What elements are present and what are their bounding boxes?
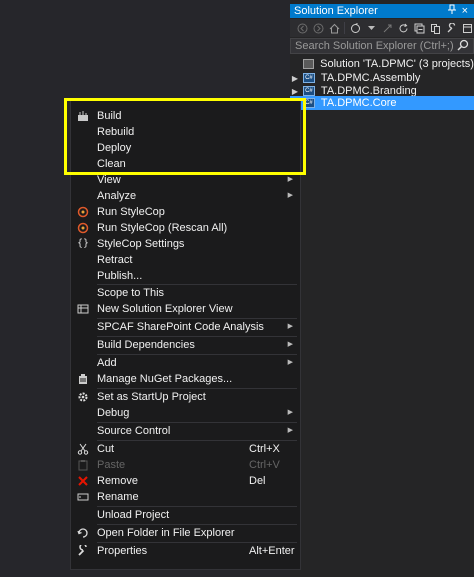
search-icon[interactable] (457, 39, 469, 55)
preview-icon[interactable] (461, 22, 473, 34)
solution-explorer-panel: Solution Explorer × Search Solution Expl… (290, 0, 474, 577)
settings-braces-icon: {} (77, 238, 90, 249)
submenu-arrow-icon: ▶ (287, 341, 293, 348)
back-icon[interactable] (296, 22, 308, 34)
menu-item-unload-project[interactable]: Unload Project (71, 507, 300, 523)
sync-icon[interactable] (349, 22, 361, 34)
menu-item-debug[interactable]: Debug ▶ (71, 405, 300, 421)
tree-item-label: TA.DPMC.Core (320, 97, 397, 109)
pending-changes-icon[interactable] (381, 22, 393, 34)
submenu-arrow-icon: ▶ (287, 427, 293, 434)
rename-icon (77, 491, 89, 503)
menu-item-remove[interactable]: Remove Del (71, 473, 300, 489)
submenu-arrow-icon: ▶ (287, 192, 293, 199)
nuget-icon (77, 373, 89, 385)
pin-icon[interactable] (448, 4, 456, 18)
tree-item-project-selected[interactable]: ▶ TA.DPMC.Core (290, 96, 474, 110)
open-folder-icon (77, 527, 89, 539)
menu-item-set-startup-project[interactable]: Set as StartUp Project (71, 389, 300, 405)
menu-item-stylecop-settings[interactable]: {} StyleCop Settings (71, 236, 300, 252)
properties-wrench-icon[interactable] (445, 22, 457, 34)
search-placeholder: Search Solution Explorer (Ctrl+;) (295, 40, 454, 52)
menu-item-retract[interactable]: Retract (71, 252, 300, 268)
forward-icon[interactable] (312, 22, 324, 34)
submenu-arrow-icon: ▶ (287, 323, 293, 330)
menu-item-cut[interactable]: Cut Ctrl+X (71, 441, 300, 457)
tree-item-label: TA.DPMC.Assembly (320, 72, 421, 84)
tree-item-label: Solution 'TA.DPMC' (3 projects) (320, 58, 474, 70)
collapse-all-icon[interactable] (413, 22, 425, 34)
menu-item-build-dependencies[interactable]: Build Dependencies ▶ (71, 337, 300, 353)
menu-item-run-stylecop[interactable]: Run StyleCop (71, 204, 300, 220)
menu-item-add[interactable]: Add ▶ (71, 355, 300, 371)
new-view-icon (77, 303, 89, 315)
tree-item-solution[interactable]: Solution 'TA.DPMC' (3 projects) (290, 57, 474, 71)
menu-item-new-solution-explorer-view[interactable]: New Solution Explorer View (71, 301, 300, 317)
solution-icon (303, 59, 315, 70)
toolbar-separator (344, 22, 345, 34)
submenu-arrow-icon: ▶ (287, 359, 293, 366)
gear-icon (77, 391, 89, 403)
shortcut-text: Ctrl+V (249, 459, 280, 471)
solution-explorer-title: Solution Explorer (294, 5, 378, 17)
tree-item-project[interactable]: ▶ TA.DPMC.Assembly (290, 71, 474, 85)
wrench-icon (77, 543, 89, 557)
menu-item-rename[interactable]: Rename (71, 489, 300, 505)
menu-item-properties[interactable]: Properties Alt+Enter (71, 543, 300, 559)
menu-item-spcaf-analysis[interactable]: SPCAF SharePoint Code Analysis ▶ (71, 319, 300, 335)
refresh-icon[interactable] (397, 22, 409, 34)
home-icon[interactable] (328, 22, 340, 34)
menu-item-scope-to-this[interactable]: Scope to This (71, 285, 300, 301)
shortcut-text: Alt+Enter (249, 545, 295, 557)
menu-item-publish[interactable]: Publish... (71, 268, 300, 284)
scissors-icon (77, 443, 89, 455)
highlight-box (64, 98, 306, 175)
close-icon[interactable]: × (462, 4, 468, 18)
menu-item-source-control[interactable]: Source Control ▶ (71, 423, 300, 439)
dropdown-icon[interactable] (365, 22, 377, 34)
csharp-project-icon (303, 71, 316, 85)
menu-item-run-stylecop-rescan[interactable]: Run StyleCop (Rescan All) (71, 220, 300, 236)
shortcut-text: Del (249, 475, 266, 487)
menu-item-manage-nuget[interactable]: Manage NuGet Packages... (71, 371, 300, 387)
shortcut-text: Ctrl+X (249, 443, 280, 455)
menu-item-analyze[interactable]: Analyze ▶ (71, 188, 300, 204)
stylecop-icon (77, 206, 89, 218)
remove-x-icon (77, 475, 89, 487)
stylecop-icon (77, 222, 89, 234)
solution-explorer-search-input[interactable]: Search Solution Explorer (Ctrl+;) (290, 38, 474, 54)
menu-item-paste[interactable]: Paste Ctrl+V (71, 457, 300, 473)
submenu-arrow-icon: ▶ (287, 409, 293, 416)
solution-explorer-toolbar (290, 19, 474, 37)
solution-explorer-title-bar: Solution Explorer × (290, 4, 474, 18)
show-all-files-icon[interactable] (429, 22, 441, 34)
menu-item-open-folder[interactable]: Open Folder in File Explorer (71, 525, 300, 541)
paste-icon (77, 459, 89, 471)
csharp-project-icon (303, 84, 316, 98)
